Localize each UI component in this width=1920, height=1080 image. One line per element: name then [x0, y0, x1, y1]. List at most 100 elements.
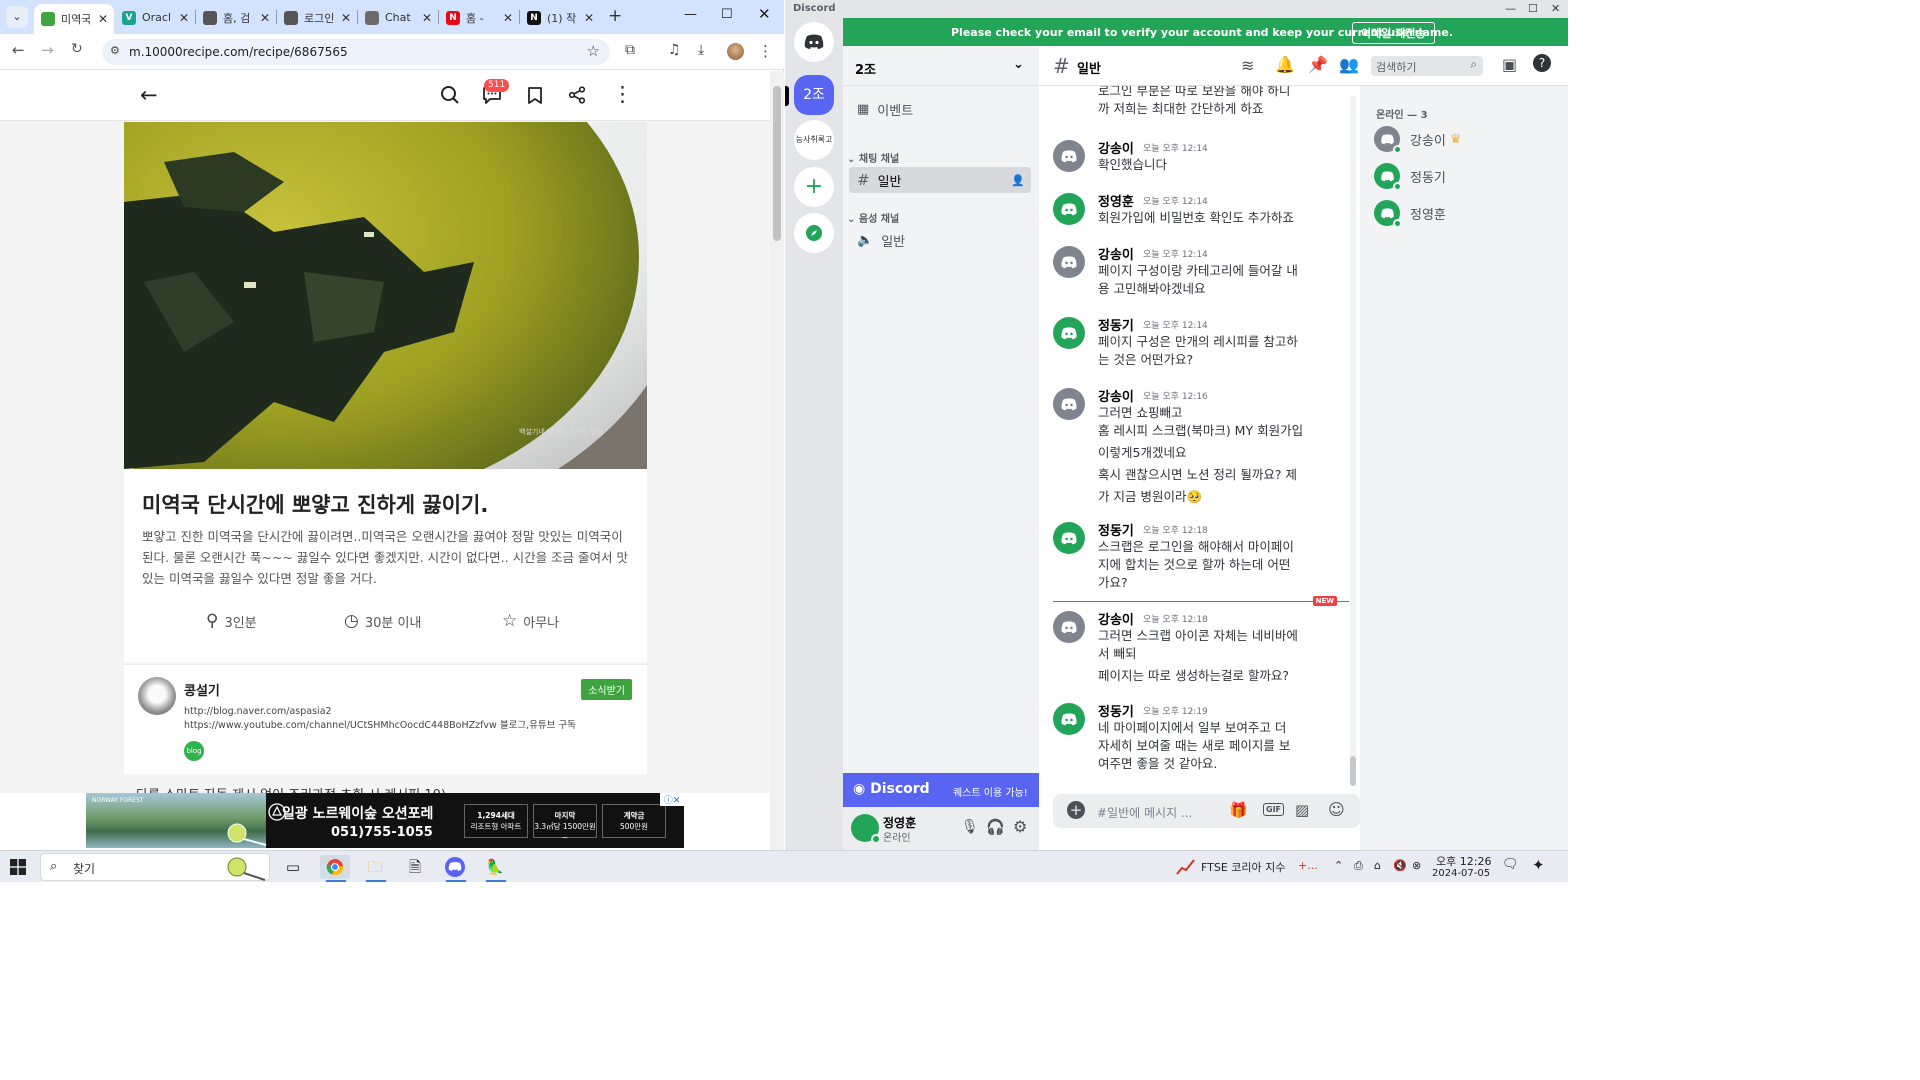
member-avatar-icon[interactable]	[1374, 200, 1402, 228]
site-info-icon[interactable]: ⚙	[110, 44, 120, 57]
tab-2[interactable]: 홈, 검 ✕	[196, 4, 276, 31]
channel-general-voice[interactable]: 🔈 일반	[849, 227, 1031, 253]
member-avatar-icon[interactable]	[1374, 126, 1402, 154]
maximize-button[interactable]: ☐	[721, 7, 733, 22]
text-category[interactable]: ⌄ 채팅 채널	[847, 150, 899, 165]
message-author[interactable]: 정동기	[1098, 701, 1134, 720]
tab-close-icon[interactable]: ✕	[582, 11, 596, 25]
task-view-icon[interactable]: ▭	[278, 855, 308, 879]
blog-badge[interactable]: blog	[184, 741, 204, 761]
page-scrollbar[interactable]	[770, 71, 784, 850]
server-chevron-icon[interactable]: ⌄	[1013, 57, 1024, 72]
attach-plus-icon[interactable]: +	[1067, 801, 1085, 819]
tab-close-icon[interactable]: ✕	[258, 11, 272, 25]
message-avatar-icon[interactable]	[1053, 522, 1085, 554]
follow-button[interactable]: 소식받기	[581, 679, 632, 700]
copilot-icon[interactable]: ✦	[1532, 856, 1545, 874]
scrollbar-thumb[interactable]	[773, 86, 781, 241]
message-avatar-icon[interactable]	[1053, 388, 1085, 420]
message-author[interactable]: 정영훈	[1098, 191, 1134, 210]
message-avatar-icon[interactable]	[1053, 703, 1085, 735]
guild-second[interactable]: 능사취록고	[794, 120, 834, 160]
forward-button[interactable]: →	[41, 41, 54, 59]
events-item[interactable]: ▦ 이벤트	[849, 96, 1031, 122]
member-list-icon[interactable]: 👥	[1339, 55, 1359, 74]
reload-button[interactable]: ↻	[71, 41, 83, 57]
discord-taskbar-icon[interactable]	[440, 855, 470, 879]
back-button[interactable]: ←	[12, 41, 25, 59]
more-vert-icon[interactable]: ⋮	[612, 82, 633, 106]
vpn-icon[interactable]: ⊗	[1412, 859, 1421, 872]
user-settings-gear-icon[interactable]: ⚙	[1013, 817, 1027, 836]
media-controls-icon[interactable]: ♫	[668, 42, 681, 58]
discord-minimize-button[interactable]: —	[1505, 2, 1516, 15]
headphones-icon[interactable]: 🎧	[986, 818, 1005, 836]
tab-5[interactable]: N 홈 - ✕	[439, 4, 519, 31]
bookmark-star-icon[interactable]: ☆	[587, 42, 600, 60]
server-header[interactable]: 2조 ⌄	[843, 46, 1039, 86]
explore-compass-icon[interactable]	[794, 213, 834, 253]
search-icon[interactable]	[440, 85, 460, 105]
message-author[interactable]: 강송이	[1098, 244, 1134, 263]
threads-icon[interactable]: ≋	[1241, 56, 1254, 75]
message-author[interactable]: 정동기	[1098, 315, 1134, 334]
close-window-button[interactable]: ✕	[758, 5, 771, 23]
share-icon[interactable]	[568, 86, 586, 104]
volume-icon[interactable]: 🔇	[1393, 859, 1407, 872]
add-member-icon[interactable]: 👤	[1011, 174, 1025, 187]
message-avatar-icon[interactable]	[1053, 611, 1085, 643]
member-item[interactable]: 정동기	[1374, 163, 1446, 191]
tab-0[interactable]: 미역국 ✕	[34, 4, 114, 34]
inbox-icon[interactable]: ▣	[1502, 55, 1517, 74]
notepad-icon[interactable]: 🗎	[400, 855, 430, 879]
tray-device-icon[interactable]: ⎙	[1354, 859, 1363, 873]
message-author[interactable]: 강송이	[1098, 138, 1134, 157]
emoji-icon[interactable]: ☺	[1328, 800, 1345, 819]
windows-start-icon[interactable]	[10, 859, 26, 875]
guild-2jo[interactable]: 2조	[794, 75, 834, 115]
tab-close-icon[interactable]: ✕	[96, 12, 110, 26]
chat-scrollbar-thumb[interactable]	[1350, 756, 1356, 786]
tab-close-icon[interactable]: ✕	[501, 11, 515, 25]
back-arrow-icon[interactable]: ←	[140, 83, 158, 107]
tab-6[interactable]: N (1) 작 ✕	[520, 4, 600, 31]
message-avatar-icon[interactable]	[1053, 193, 1085, 225]
tab-search-button[interactable]: ⌄	[6, 6, 28, 28]
microphone-icon[interactable]: 🎙	[961, 819, 979, 835]
tab-4[interactable]: Chat ✕	[358, 4, 438, 31]
tab-close-icon[interactable]: ✕	[177, 11, 191, 25]
tab-close-icon[interactable]: ✕	[339, 11, 353, 25]
quest-banner[interactable]: ◉ Discord 퀘스트 이용 가능!	[843, 773, 1039, 807]
taskbar-search[interactable]: ⌕ 찾기	[40, 853, 270, 881]
notification-bell-icon[interactable]: 🔔	[1275, 55, 1295, 74]
discord-maximize-button[interactable]: ☐	[1528, 2, 1538, 15]
extensions-icon[interactable]: ⧉	[625, 42, 635, 58]
member-avatar-icon[interactable]	[1374, 163, 1402, 191]
downloads-icon[interactable]: ⤓	[698, 42, 704, 58]
message-author[interactable]: 정동기	[1098, 520, 1134, 539]
chat-scrollbar[interactable]	[1350, 96, 1356, 786]
home-discord-icon[interactable]	[794, 22, 834, 62]
clock-date[interactable]: 2024-07-05	[1432, 868, 1490, 879]
file-explorer-icon[interactable]: 🗀	[360, 855, 390, 879]
message-author[interactable]: 강송이	[1098, 609, 1134, 628]
help-icon[interactable]: ?	[1533, 54, 1551, 72]
gif-icon[interactable]: GIF	[1263, 803, 1285, 816]
resend-email-button[interactable]: 이메일 재전송	[1352, 22, 1435, 44]
gift-icon[interactable]: 🎁	[1229, 801, 1248, 819]
bookmark-icon[interactable]	[527, 86, 543, 105]
minimize-button[interactable]: —	[684, 7, 697, 22]
tab-3[interactable]: 로그인 ✕	[277, 4, 357, 31]
message-avatar-icon[interactable]	[1053, 317, 1085, 349]
app-taskbar-icon[interactable]: 🦜	[480, 855, 510, 879]
add-server-icon[interactable]: +	[794, 167, 834, 207]
message-composer[interactable]: + #일반에 메시지 ... 🎁 GIF ▨ ☺	[1053, 794, 1360, 828]
new-tab-button[interactable]: +	[608, 6, 622, 26]
chrome-taskbar-icon[interactable]	[320, 855, 350, 879]
clock-time[interactable]: 오후 12:26	[1436, 853, 1491, 869]
member-item[interactable]: 강송이 ♛	[1374, 126, 1462, 154]
tray-chevron-icon[interactable]: ⌃	[1334, 859, 1343, 872]
ad-banner[interactable]: NORWAY FOREST 일광 노르웨이숲 오션포레 051)755-1055…	[86, 793, 684, 848]
composer-placeholder[interactable]: #일반에 메시지 ...	[1097, 804, 1192, 821]
tab-1[interactable]: V Oracle ✕	[115, 4, 195, 31]
